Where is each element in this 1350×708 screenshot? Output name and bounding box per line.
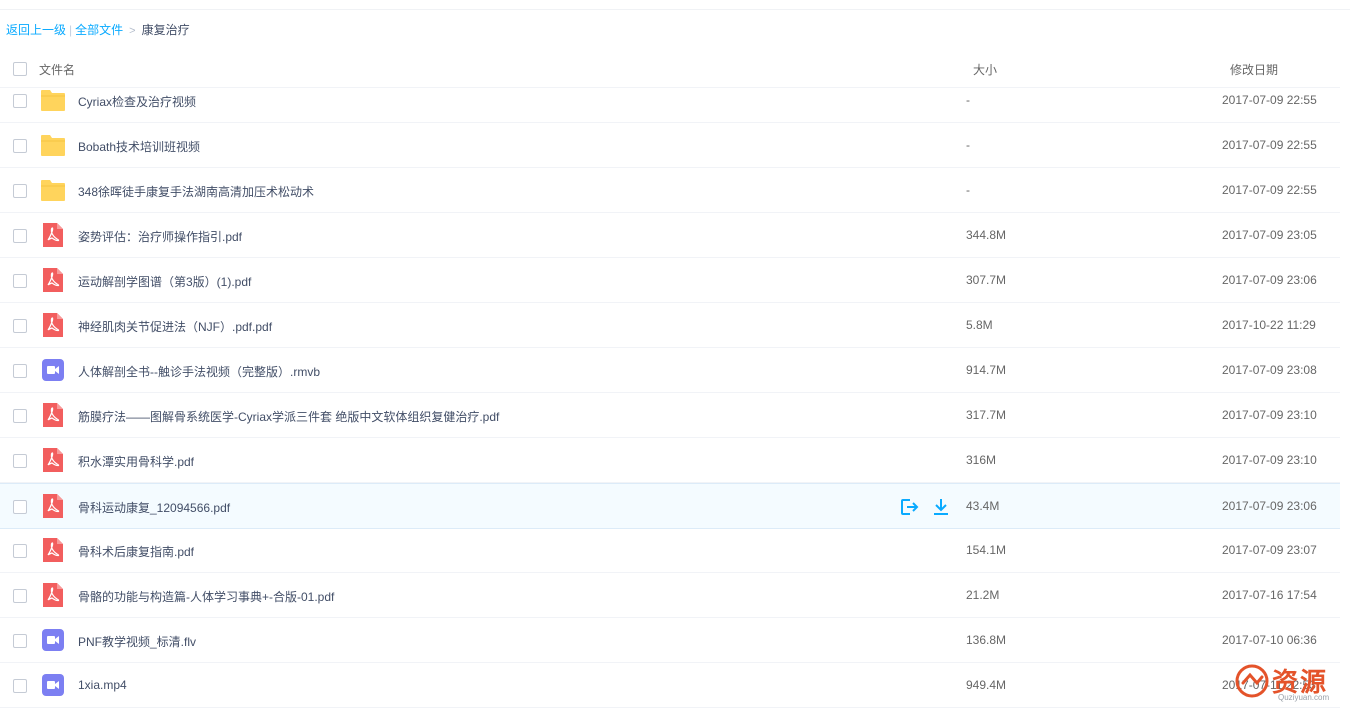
select-all-checkbox[interactable]: [13, 62, 27, 76]
row-checkbox[interactable]: [13, 500, 27, 514]
file-size: 344.8M: [966, 228, 1007, 242]
file-date: 2017-07-09 23:05: [1222, 228, 1317, 242]
file-name[interactable]: 运动解剖学图谱（第3版）(1).pdf: [78, 273, 251, 290]
breadcrumb-arrow-icon: >: [129, 25, 136, 37]
file-row[interactable]: 运动解剖学图谱（第3版）(1).pdf 307.7M 2017-07-09 23:0…: [0, 258, 1340, 303]
pdf-icon: [40, 538, 66, 562]
file-row[interactable]: 神经肌肉关节促进法（NJF）.pdf.pdf 5.8M 2017-10-22 11:…: [0, 303, 1340, 348]
file-date: 2017-07-09 22:55: [1222, 93, 1317, 107]
file-name[interactable]: PNF教学视频_标清.flv: [78, 633, 196, 650]
file-size: -: [966, 93, 970, 107]
file-row[interactable]: 骨骼的功能与构造篇-人体学习事典+-合版-01.pdf 21.2M 2017-07-…: [0, 573, 1340, 618]
file-date: 2017-07-09 23:06: [1222, 273, 1317, 287]
watermark-logo: 资源 Quziyuan.com: [1232, 660, 1350, 704]
file-row[interactable]: 骨科术后康复指南.pdf 154.1M 2017-07-09 23:07: [0, 528, 1340, 573]
breadcrumb: 返回上一级 | 全部文件 > 康复治疗: [6, 22, 190, 38]
file-date: 2017-07-09 22:55: [1222, 183, 1317, 197]
file-row[interactable]: 筋膜疗法——图解骨系统医学-Cyriax学派三件套 绝版中文软体组织复健治疗.p…: [0, 393, 1340, 438]
row-checkbox[interactable]: [13, 454, 27, 468]
file-name[interactable]: 348徐晖徒手康复手法湖南高清加压术松动术: [78, 183, 314, 200]
pdf-icon: [40, 403, 66, 427]
file-row[interactable]: 骨科运动康复_12094566.pdf 43.4M 2017-07-09 23:06: [0, 483, 1340, 529]
video-icon: [40, 628, 66, 652]
file-date: 2017-07-09 23:10: [1222, 408, 1317, 422]
file-size: 949.4M: [966, 678, 1007, 692]
pdf-icon: [40, 268, 66, 292]
breadcrumb-separator: |: [69, 23, 73, 37]
row-checkbox[interactable]: [13, 364, 27, 378]
row-checkbox[interactable]: [13, 409, 27, 423]
file-date: 2017-07-10 06:36: [1222, 633, 1317, 647]
file-row[interactable]: 姿势评估：治疗师操作指引.pdf 344.8M 2017-07-09 23:05: [0, 213, 1340, 258]
file-row[interactable]: Bobath技术培训班视频 - 2017-07-09 22:55: [0, 123, 1340, 168]
file-name[interactable]: 1xia.mp4: [78, 678, 127, 692]
file-row[interactable]: 1xia.mp4 949.4M 2017-07-11 22:53: [0, 663, 1340, 708]
watermark-subtext: Quziyuan.com: [1278, 693, 1330, 702]
back-link[interactable]: 返回上一级: [6, 23, 66, 37]
file-name[interactable]: 骨科术后康复指南.pdf: [78, 543, 194, 560]
folder-icon: [40, 178, 66, 202]
breadcrumb-current: 康复治疗: [141, 23, 190, 37]
file-size: 317.7M: [966, 408, 1007, 422]
row-checkbox[interactable]: [13, 274, 27, 288]
file-size: 914.7M: [966, 363, 1007, 377]
file-date: 2017-07-09 23:08: [1222, 363, 1317, 377]
top-divider: [0, 0, 1350, 10]
file-name[interactable]: 积水潭实用骨科学.pdf: [78, 453, 194, 470]
file-size: 307.7M: [966, 273, 1007, 287]
file-size: -: [966, 138, 970, 152]
file-row[interactable]: 348徐晖徒手康复手法湖南高清加压术松动术 - 2017-07-09 22:55: [0, 168, 1340, 213]
row-checkbox[interactable]: [13, 319, 27, 333]
all-files-link[interactable]: 全部文件: [75, 23, 123, 37]
file-size: 43.4M: [966, 499, 1000, 513]
share-icon[interactable]: [899, 497, 919, 517]
file-size: 21.2M: [966, 588, 1000, 602]
file-size: 316M: [966, 453, 997, 467]
file-size: 136.8M: [966, 633, 1007, 647]
pdf-icon: [40, 494, 66, 518]
video-icon: [40, 358, 66, 382]
file-name[interactable]: 姿势评估：治疗师操作指引.pdf: [78, 228, 242, 245]
column-header-date[interactable]: 修改日期: [1230, 61, 1278, 78]
row-checkbox[interactable]: [13, 139, 27, 153]
file-date: 2017-07-09 23:06: [1222, 499, 1317, 513]
folder-icon: [40, 88, 66, 112]
file-name[interactable]: 骨骼的功能与构造篇-人体学习事典+-合版-01.pdf: [78, 588, 334, 605]
file-date: 2017-07-09 23:10: [1222, 453, 1317, 467]
folder-icon: [40, 133, 66, 157]
file-name[interactable]: 人体解剖全书--触诊手法视频（完整版）.rmvb: [78, 363, 320, 380]
row-checkbox[interactable]: [13, 94, 27, 108]
file-date: 2017-07-09 22:55: [1222, 138, 1317, 152]
file-date: 2017-10-22 11:29: [1222, 318, 1316, 332]
row-checkbox[interactable]: [13, 184, 27, 198]
row-checkbox[interactable]: [13, 544, 27, 558]
row-checkbox[interactable]: [13, 679, 27, 693]
file-name[interactable]: 筋膜疗法——图解骨系统医学-Cyriax学派三件套 绝版中文软体组织复健治疗.p…: [78, 408, 499, 425]
file-row[interactable]: Cyriax检查及治疗视频 - 2017-07-09 22:55: [0, 78, 1340, 123]
download-icon[interactable]: [931, 497, 951, 517]
file-size: -: [966, 183, 970, 197]
file-date: 2017-07-16 17:54: [1222, 588, 1317, 602]
row-checkbox[interactable]: [13, 634, 27, 648]
file-row[interactable]: 积水潭实用骨科学.pdf 316M 2017-07-09 23:10: [0, 438, 1340, 483]
video-icon: [40, 673, 66, 697]
pdf-icon: [40, 223, 66, 247]
column-header-size[interactable]: 大小: [973, 61, 997, 78]
file-size: 154.1M: [966, 543, 1007, 557]
file-date: 2017-07-09 23:07: [1222, 543, 1317, 557]
file-row[interactable]: PNF教学视频_标清.flv 136.8M 2017-07-10 06:36: [0, 618, 1340, 663]
pdf-icon: [40, 448, 66, 472]
file-name[interactable]: Cyriax检查及治疗视频: [78, 93, 196, 110]
column-header-name[interactable]: 文件名: [39, 61, 75, 78]
watermark-icon: [1235, 664, 1269, 698]
row-checkbox[interactable]: [13, 229, 27, 243]
pdf-icon: [40, 313, 66, 337]
pdf-icon: [40, 583, 66, 607]
file-row[interactable]: 人体解剖全书--触诊手法视频（完整版）.rmvb 914.7M 2017-07-09…: [0, 348, 1340, 393]
file-size: 5.8M: [966, 318, 993, 332]
file-name[interactable]: Bobath技术培训班视频: [78, 138, 200, 155]
file-name[interactable]: 神经肌肉关节促进法（NJF）.pdf.pdf: [78, 318, 272, 335]
file-name[interactable]: 骨科运动康复_12094566.pdf: [78, 499, 230, 516]
row-checkbox[interactable]: [13, 589, 27, 603]
